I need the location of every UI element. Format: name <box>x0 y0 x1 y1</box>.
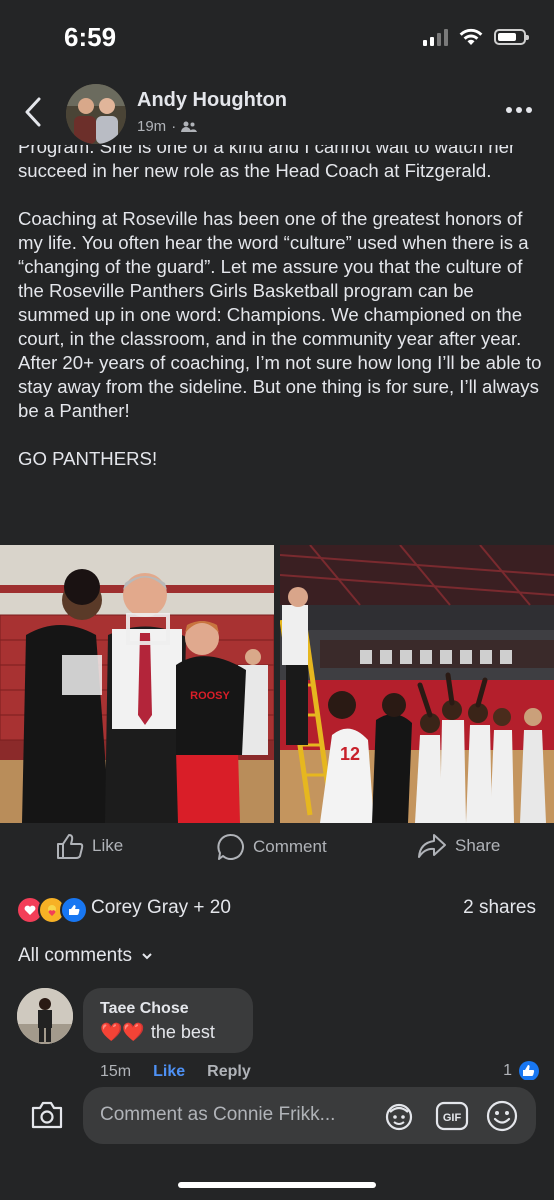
back-icon[interactable] <box>22 96 44 128</box>
author-name[interactable]: Andy Houghton <box>137 89 287 112</box>
comment-time: 15m <box>100 1063 132 1080</box>
meta-dot: · <box>171 118 177 135</box>
friends-icon <box>181 121 198 132</box>
like-button[interactable]: Like <box>56 833 123 859</box>
status-bar: 6:59 <box>0 0 554 72</box>
emoji-icon[interactable] <box>485 1100 519 1134</box>
comments-filter-dropdown[interactable]: All comments <box>18 945 152 967</box>
comment-like-count: 1 <box>503 1060 540 1082</box>
like-icon <box>60 896 88 924</box>
avatar-photo <box>66 84 126 144</box>
post-paragraph: Coaching at Roseville has been one of th… <box>18 208 542 421</box>
svg-text:GIF: GIF <box>443 1112 462 1124</box>
shares-count[interactable]: 2 shares <box>463 897 536 919</box>
heart-emoji: ❤️❤️ <box>100 1022 145 1042</box>
reaction-icons <box>16 896 88 924</box>
post-paragraph: GO PANTHERS! <box>18 448 158 469</box>
thumbs-up-icon <box>57 834 84 859</box>
comment-like-button[interactable]: Like <box>153 1063 185 1081</box>
gif-icon[interactable]: GIF <box>435 1100 469 1132</box>
more-options-icon[interactable] <box>504 100 534 120</box>
comment-bubble-icon <box>217 833 244 860</box>
author-avatar[interactable] <box>66 84 126 144</box>
chevron-down-icon <box>142 952 152 959</box>
reaction-names: Corey Gray + 20 <box>91 897 231 918</box>
comment-placeholder: Comment as Connie Frikk... <box>100 1104 336 1125</box>
post-paragraph: Program. She is one of a kind and I cann… <box>18 145 516 181</box>
commenter-name[interactable]: Taee Chose <box>100 1000 189 1018</box>
comment-like-number: 1 <box>503 1062 512 1079</box>
photo-net-cutting[interactable]: 12 <box>280 545 554 823</box>
post-photos: ROOSY 12 <box>0 545 554 823</box>
home-indicator[interactable] <box>178 1182 376 1188</box>
like-label: Like <box>92 836 124 855</box>
post-actions: Like Comment Share <box>0 833 554 869</box>
comment-reply-button[interactable]: Reply <box>207 1063 251 1081</box>
shirt-lettering: ROOSY <box>190 690 230 702</box>
jersey-number: 12 <box>340 744 360 764</box>
cellular-signal-icon <box>423 28 448 46</box>
commenter-avatar[interactable] <box>17 988 73 1044</box>
camera-icon[interactable] <box>30 1100 64 1130</box>
status-icons <box>423 27 529 47</box>
post-header: Andy Houghton 19m · <box>0 80 554 145</box>
post-timestamp: 19m <box>137 118 167 135</box>
photo-coaches-with-net[interactable]: ROOSY <box>0 545 274 823</box>
like-icon <box>519 1061 539 1081</box>
comment-label: Comment <box>253 837 327 856</box>
clock: 6:59 <box>64 22 117 52</box>
wifi-icon <box>459 28 483 45</box>
share-label: Share <box>455 836 501 855</box>
share-button[interactable]: Share <box>417 833 500 859</box>
share-arrow-icon <box>418 834 446 858</box>
comment-text: the best <box>150 1022 215 1042</box>
battery-icon <box>494 29 529 45</box>
post-meta: 19m · <box>137 118 198 135</box>
comment-bubble[interactable]: Taee Chose ❤️❤️ the best <box>83 988 253 1053</box>
reactions-summary[interactable]: Corey Gray + 20 2 shares <box>16 896 536 924</box>
avatar-sticker-icon[interactable] <box>383 1100 415 1132</box>
comments-filter-label: All comments <box>18 945 133 966</box>
comment-button[interactable]: Comment <box>217 833 327 861</box>
comment-text-row: ❤️❤️ the best <box>100 1022 215 1043</box>
comment-meta: 15m Like Reply <box>100 1063 251 1081</box>
comment-input[interactable]: Comment as Connie Frikk... GIF <box>83 1087 536 1144</box>
post-body: Program. She is one of a kind and I cann… <box>18 145 543 540</box>
comment-composer: Comment as Connie Frikk... GIF <box>0 1080 554 1170</box>
